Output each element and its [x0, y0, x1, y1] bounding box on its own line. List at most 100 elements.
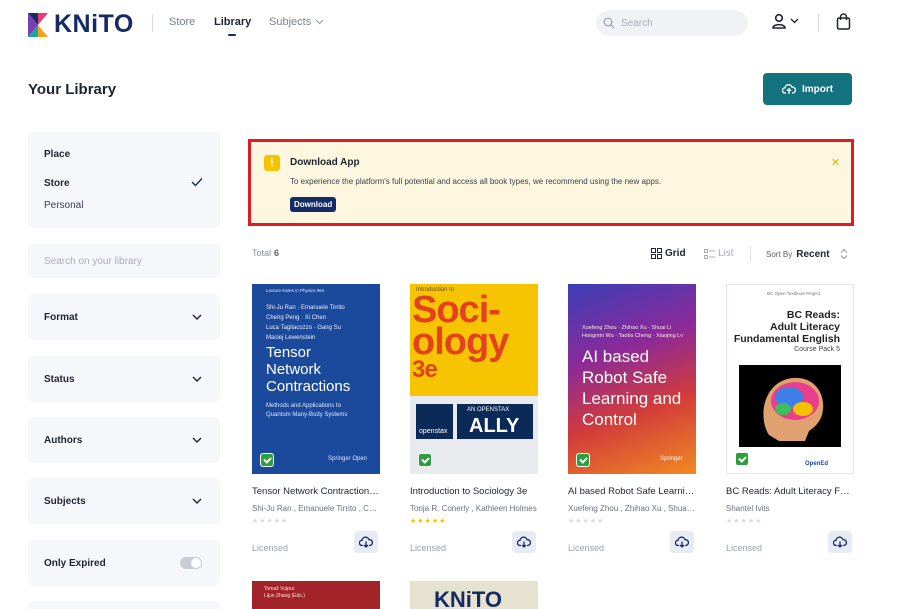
search-icon: [603, 17, 615, 29]
sidebar-card-partial: [28, 601, 220, 609]
cover-title-line: Control: [582, 410, 637, 429]
cover-image: [739, 365, 841, 447]
cloud-download-icon: [517, 536, 531, 548]
only-expired-label: Only Expired: [44, 557, 106, 569]
user-icon: [772, 13, 786, 29]
library-search-input[interactable]: [44, 255, 204, 267]
cover-subtitle-line: Quantum Many-Body Systems: [266, 412, 348, 418]
library-search[interactable]: [28, 244, 220, 278]
chevron-down-icon: [790, 18, 799, 24]
chevron-down-icon: [192, 376, 202, 382]
chevron-down-icon: [192, 314, 202, 320]
banner-text: To experience the platform's full potent…: [290, 177, 662, 186]
book-status: Licensed: [726, 543, 763, 553]
filter-subjects[interactable]: Subjects: [28, 478, 220, 524]
cart-button[interactable]: [836, 13, 851, 35]
check-icon: [191, 178, 203, 187]
book-cover[interactable]: Lecture Notes in Physics 964 Shi-Ju Ran …: [252, 284, 380, 474]
cover-brand-big: ALLY: [469, 415, 520, 437]
cover-title: Soci- ology 3e: [412, 291, 509, 382]
download-app-banner: ! Download App To experience the platfor…: [248, 139, 854, 226]
only-expired-toggle[interactable]: [180, 557, 202, 569]
filter-status[interactable]: Status: [28, 356, 220, 402]
sort-arrows-icon: [840, 248, 848, 260]
cover-subtitle-line: Methods and Applications to: [266, 403, 342, 409]
cover-text: Tomaž Vuipur Lijun Zhang (Eds.): [264, 586, 305, 600]
cover-title-line: Network: [266, 361, 322, 378]
knito-logo[interactable]: KNiTO: [28, 10, 134, 39]
page-title: Your Library: [28, 81, 117, 98]
cover-title-line: Learning and: [582, 389, 682, 408]
download-book-button[interactable]: [354, 531, 378, 553]
book-authors: Xuefeng Zhou , Zhihao Xu , Shuai Li: [568, 504, 696, 513]
book-title[interactable]: Introduction to Sociology 3e: [410, 486, 538, 497]
rating-stars: ★★★★★: [726, 518, 763, 525]
book-title[interactable]: AI based Robot Safe Learning and Control: [568, 486, 696, 497]
cover-title-line: Robot Safe: [582, 368, 668, 387]
book-status: Licensed: [252, 543, 289, 553]
book-cover[interactable]: BC Open Textbook Project BC Reads: Adult…: [726, 284, 854, 474]
chevron-down-icon: [192, 437, 202, 443]
filter-format[interactable]: Format: [28, 294, 220, 340]
list-icon: [704, 248, 715, 259]
cover-title-line: BC Reads:: [786, 309, 840, 321]
cover-text: KNiTO: [434, 587, 503, 609]
warning-icon: !: [264, 155, 280, 171]
rating-stars: ★★★★★: [568, 518, 605, 525]
place-option-personal[interactable]: Personal: [44, 200, 83, 211]
filter-status-label: Status: [44, 373, 75, 385]
chevron-down-icon: [315, 19, 324, 25]
book-cover[interactable]: Tomaž Vuipur Lijun Zhang (Eds.): [252, 581, 380, 609]
filter-authors[interactable]: Authors: [28, 417, 220, 463]
download-book-button[interactable]: [828, 531, 852, 553]
list-view-button[interactable]: List: [704, 248, 734, 259]
book-cover[interactable]: KNiTO: [410, 581, 538, 609]
cover-publisher: OpenEd: [805, 461, 829, 467]
book-authors: Shantel Ivits: [726, 504, 770, 513]
cover-title: AI based Robot Safe Learning and Control: [582, 346, 681, 430]
cover-author-line: Maciej Lewenstein: [266, 335, 316, 341]
cover-title-line: Adult Literacy: [769, 321, 840, 333]
cover-author-line: Hongmin Wu · Taobo Cheng · Xiaojing Lv: [582, 333, 683, 339]
list-view-label: List: [718, 248, 734, 259]
cover-subtitle: Course Pack 5: [794, 346, 840, 353]
cover-series: Lecture Notes in Physics 964: [266, 288, 325, 293]
download-book-button[interactable]: [670, 531, 694, 553]
cover-title-line: AI based: [582, 347, 650, 366]
logo-mark-icon: [28, 12, 48, 37]
cover-title-line: ology: [412, 321, 509, 363]
rating-stars: ★★★★★: [252, 518, 289, 525]
nav-library[interactable]: Library: [214, 16, 251, 28]
user-menu[interactable]: [771, 13, 799, 29]
only-expired-filter: Only Expired: [28, 540, 220, 586]
nav-active-indicator: [228, 34, 236, 36]
download-book-button[interactable]: [512, 531, 536, 553]
header-search-input[interactable]: [621, 17, 731, 29]
book-cover[interactable]: Xuefeng Zhou · Zhihao Xu · Shuai Li Hong…: [568, 284, 696, 474]
chevron-down-icon: [192, 498, 202, 504]
sort-select[interactable]: Sort By Recent: [766, 248, 848, 260]
cover-title-line: Contractions: [266, 378, 351, 395]
cover-brand-logo: openstax: [419, 428, 448, 435]
close-icon[interactable]: ✕: [831, 156, 840, 169]
cover-text-line: Lijun Zhang (Eds.): [264, 593, 305, 599]
nav-subjects[interactable]: Subjects: [269, 16, 324, 28]
book-title[interactable]: BC Reads: Adult Literacy Fundamental Eng…: [726, 486, 854, 497]
filter-format-label: Format: [44, 311, 78, 323]
book-title[interactable]: Tensor Network Contractions: Methods and…: [252, 486, 380, 497]
nav-subjects-label: Subjects: [269, 16, 312, 28]
download-button[interactable]: Download: [290, 197, 337, 212]
place-option-store[interactable]: Store: [44, 178, 204, 189]
cover-author-line: Shi-Ju Ran · Emanuele Tirrito: [266, 305, 345, 311]
cover-author-line: Xuefeng Zhou · Zhihao Xu · Shuai Li: [582, 325, 672, 331]
cover-publisher: Springer: [660, 456, 683, 462]
header-search[interactable]: [596, 10, 748, 36]
import-button[interactable]: Import: [763, 73, 852, 105]
cloud-download-icon: [675, 536, 689, 548]
nav-store[interactable]: Store: [169, 16, 195, 28]
grid-view-button[interactable]: Grid: [651, 248, 686, 259]
cover-top-text: BC Open Textbook Project: [767, 291, 820, 296]
cloud-upload-icon: [781, 84, 796, 94]
book-cover[interactable]: Introduction to Soci- ology 3e openstax …: [410, 284, 538, 474]
cover-title-line: Fundamental English: [733, 333, 840, 345]
